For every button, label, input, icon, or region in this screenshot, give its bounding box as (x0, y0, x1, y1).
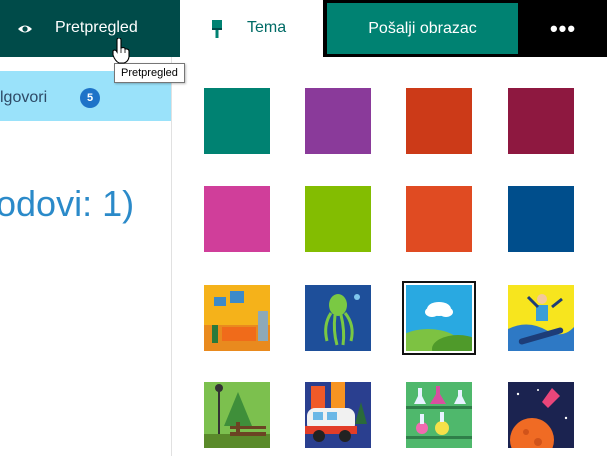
hand-pointer-icon (112, 38, 130, 64)
preview-tooltip: Pretpregled (114, 63, 185, 83)
tab-theme[interactable]: Tema (180, 0, 323, 57)
theme-swatch-sky-hills-theme[interactable] (402, 281, 476, 355)
octopus-theme-image (305, 285, 371, 351)
theme-swatch-octopus-theme[interactable] (305, 285, 371, 351)
space-rocket-theme-image (508, 382, 574, 448)
responses-count-badge: 5 (80, 88, 100, 108)
tab-responses-label: lgovori (0, 89, 48, 106)
park-bench-theme-image (204, 382, 270, 448)
more-options-button[interactable]: ••• (538, 16, 588, 42)
theme-swatch-living-room-theme[interactable] (204, 285, 270, 351)
paint-brush-icon (212, 20, 222, 38)
theme-swatch-color[interactable] (204, 88, 270, 154)
preview-button[interactable]: Pretpregled (0, 0, 180, 57)
tab-theme-label: Tema (247, 19, 287, 36)
form-heading-fragment: odovi: 1) (0, 183, 135, 224)
theme-swatch-color[interactable] (406, 88, 472, 154)
top-toolbar: Pretpregled Tema Pošalji obrazac ••• (0, 0, 607, 57)
theme-swatch-park-bench-theme[interactable] (204, 382, 270, 448)
theme-swatch-color[interactable] (508, 186, 574, 252)
theme-swatch-color[interactable] (305, 88, 371, 154)
living-room-theme-image (204, 285, 270, 351)
theme-swatch-color[interactable] (204, 186, 270, 252)
panel-divider (171, 57, 172, 456)
lab-flasks-theme-image (406, 382, 472, 448)
sky-hills-theme-image (406, 285, 472, 351)
theme-swatch-snowboarder-theme[interactable] (508, 285, 574, 351)
theme-swatch-color[interactable] (406, 186, 472, 252)
left-panel: lgovori 5 odovi: 1) (0, 57, 171, 456)
theme-swatch-city-bus-theme[interactable] (305, 382, 371, 448)
send-form-button[interactable]: Pošalji obrazac (327, 3, 518, 54)
theme-swatch-color[interactable] (305, 186, 371, 252)
eye-icon (18, 25, 32, 33)
theme-swatch-lab-flasks-theme[interactable] (406, 382, 472, 448)
theme-swatch-color[interactable] (508, 88, 574, 154)
preview-button-label: Pretpregled (55, 19, 138, 36)
city-bus-theme-image (305, 382, 371, 448)
snowboarder-theme-image (508, 285, 574, 351)
theme-swatch-space-rocket-theme[interactable] (508, 382, 574, 448)
